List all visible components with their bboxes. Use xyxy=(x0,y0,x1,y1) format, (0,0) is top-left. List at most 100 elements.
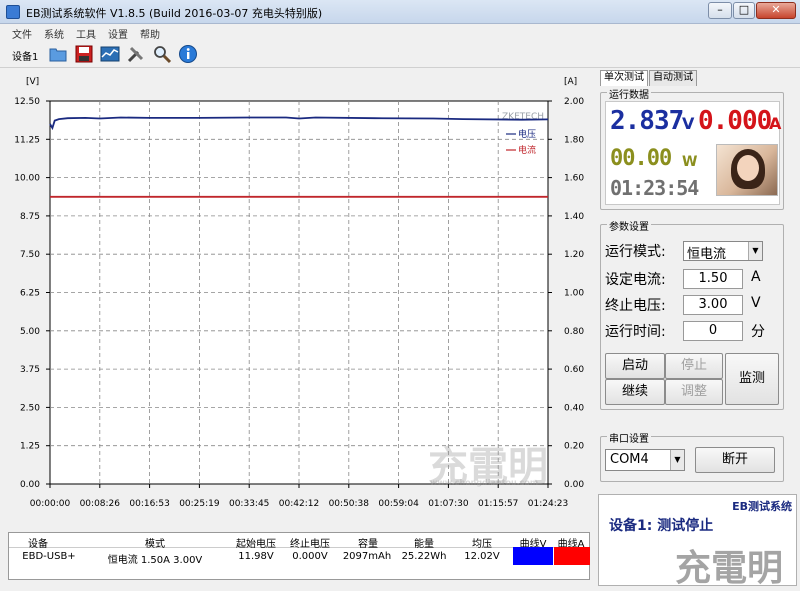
set-current-unit: A xyxy=(751,269,761,285)
cell-energy: 25.22Wh xyxy=(401,551,447,562)
watermark-logo-2: 充電明 xyxy=(675,547,784,589)
cell-device: EBD-USB+ xyxy=(22,551,76,562)
col-start-voltage: 起始电压 xyxy=(236,539,276,550)
y-right-tick-label: 0.40 xyxy=(564,403,584,413)
watermark-url: www.chongdiantou.com xyxy=(430,478,539,487)
cutoff-voltage-input[interactable]: 3.00 xyxy=(683,295,743,315)
cutoff-voltage-label: 终止电压: xyxy=(605,298,666,314)
menu-help[interactable]: 帮助 xyxy=(140,26,160,41)
y-right-tick-label: 0.60 xyxy=(564,365,584,375)
y-right-tick-label: 1.60 xyxy=(564,174,584,184)
mode-label: 运行模式: xyxy=(605,244,666,260)
y-left-tick-label: 2.50 xyxy=(20,403,40,413)
disconnect-button[interactable]: 断开 xyxy=(695,447,775,473)
col-device: 设备 xyxy=(28,539,48,550)
open-folder-icon[interactable] xyxy=(48,44,68,64)
serial-group: 串口设置 COM4 ▼ 断开 xyxy=(600,430,784,482)
time-readout: 01:23:54 xyxy=(610,176,699,200)
run-time-unit: 分 xyxy=(751,324,765,340)
right-panel: 单次测试 自动测试 运行数据 2.837 V 0.000 A 00.00 W 0… xyxy=(597,68,800,589)
y-right-tick-label: 1.40 xyxy=(564,212,584,222)
y-left-tick-label: 1.25 xyxy=(20,442,40,452)
mode-select[interactable]: 恒电流 ▼ xyxy=(683,241,763,262)
status-header: EB测试系统 xyxy=(732,500,792,513)
set-current-input[interactable]: 1.50 xyxy=(683,269,743,289)
lcd-display: 2.837 V 0.000 A 00.00 W 01:23:54 xyxy=(605,101,782,205)
y-right-tick-label: 1.80 xyxy=(564,135,584,145)
power-readout: 00.00 xyxy=(610,146,672,171)
run-data-title: 运行数据 xyxy=(607,86,651,101)
y-left-unit: [V] xyxy=(26,77,39,87)
menu-system[interactable]: 系统 xyxy=(44,26,64,41)
y-right-tick-label: 1.20 xyxy=(564,250,584,260)
curve-a-swatch[interactable] xyxy=(554,547,590,565)
close-button[interactable]: ✕ xyxy=(756,2,796,19)
monitor-button[interactable]: 监测 xyxy=(725,353,779,405)
com-port-select[interactable]: COM4 ▼ xyxy=(605,449,685,471)
tools-icon[interactable] xyxy=(126,44,146,64)
com-port-value: COM4 xyxy=(610,452,649,467)
search-icon[interactable] xyxy=(152,44,172,64)
y-left-tick-label: 5.00 xyxy=(20,327,40,337)
col-capacity: 容量 xyxy=(358,539,378,550)
y-left-tick-label: 3.75 xyxy=(20,365,40,375)
cutoff-voltage-unit: V xyxy=(751,295,761,311)
curve-v-swatch[interactable] xyxy=(513,547,553,565)
run-time-input[interactable]: 0 xyxy=(683,321,743,341)
minimize-button[interactable]: – xyxy=(708,2,732,19)
x-tick-label: 01:24:23 xyxy=(528,499,568,509)
cell-end-voltage: 0.000V xyxy=(292,551,328,562)
y-left-tick-label: 12.50 xyxy=(14,97,40,107)
menu-bar: 文件 系统 工具 设置 帮助 xyxy=(0,24,800,41)
chevron-down-icon: ▼ xyxy=(670,450,684,470)
mode-value: 恒电流 xyxy=(687,247,727,262)
voltage-readout: 2.837 xyxy=(610,106,684,136)
current-readout: 0.000 xyxy=(698,106,772,136)
x-tick-label: 00:59:04 xyxy=(378,499,419,509)
tab-auto-test[interactable]: 自动测试 xyxy=(649,70,697,86)
status-message: 设备1: 测试停止 xyxy=(609,518,714,534)
y-left-tick-label: 8.75 xyxy=(20,212,40,222)
y-right-tick-label: 0.80 xyxy=(564,327,584,337)
adjust-button[interactable]: 调整 xyxy=(665,379,723,405)
x-tick-label: 00:00:00 xyxy=(30,499,71,509)
x-tick-label: 00:33:45 xyxy=(229,499,269,509)
results-table: 设备 模式 起始电压 终止电压 容量 能量 均压 曲线V 曲线A EBD-USB… xyxy=(8,532,590,580)
cell-start-voltage: 11.98V xyxy=(238,551,274,562)
col-energy: 能量 xyxy=(414,539,434,550)
continue-button[interactable]: 继续 xyxy=(605,379,665,405)
start-button[interactable]: 启动 xyxy=(605,353,665,379)
y-left-tick-label: 10.00 xyxy=(14,174,40,184)
save-icon[interactable] xyxy=(74,44,94,64)
x-tick-label: 01:15:57 xyxy=(478,499,518,509)
y-right-tick-label: 0.00 xyxy=(564,480,584,490)
menu-settings[interactable]: 设置 xyxy=(108,26,128,41)
info-icon[interactable] xyxy=(178,44,198,64)
chart-icon[interactable] xyxy=(100,44,120,64)
x-tick-label: 00:25:19 xyxy=(179,499,220,509)
chart-panel: 12.50 11.25 10.00 8.75 7.50 6.25 5.00 3.75 2.50 1… xyxy=(0,68,596,530)
y-right-tick-label: 1.00 xyxy=(564,289,584,299)
cell-mode: 恒电流 1.50A 3.00V xyxy=(107,555,203,566)
title-bar: EB测试系统软件 V1.8.5 (Build 2016-03-07 充电头特别版… xyxy=(0,0,800,24)
chevron-down-icon: ▼ xyxy=(748,242,762,260)
device-selector[interactable]: 设备1 xyxy=(12,48,38,63)
params-group: 参数设置 运行模式: 恒电流 ▼ 设定电流: 1.50 A 终止电压: 3.00… xyxy=(600,218,784,410)
y-left-tick-label: 6.25 xyxy=(20,289,40,299)
menu-file[interactable]: 文件 xyxy=(12,26,32,41)
menu-tools[interactable]: 工具 xyxy=(76,26,96,41)
maximize-button[interactable]: □ xyxy=(733,2,755,19)
power-unit: W xyxy=(682,154,698,170)
col-mode: 模式 xyxy=(145,539,165,550)
promo-photo xyxy=(716,144,778,196)
y-left-tick-label: 0.00 xyxy=(20,480,40,490)
toolbar: 设备1 xyxy=(0,41,800,68)
legend-label: 电流 xyxy=(518,144,536,156)
current-unit: A xyxy=(769,114,782,133)
stop-button[interactable]: 停止 xyxy=(665,353,723,379)
col-end-voltage: 终止电压 xyxy=(290,539,330,550)
y-left-tick-label: 11.25 xyxy=(14,135,40,145)
col-avg-voltage: 均压 xyxy=(472,539,492,550)
x-tick-label: 00:42:12 xyxy=(279,499,319,509)
tab-single-test[interactable]: 单次测试 xyxy=(600,70,648,86)
